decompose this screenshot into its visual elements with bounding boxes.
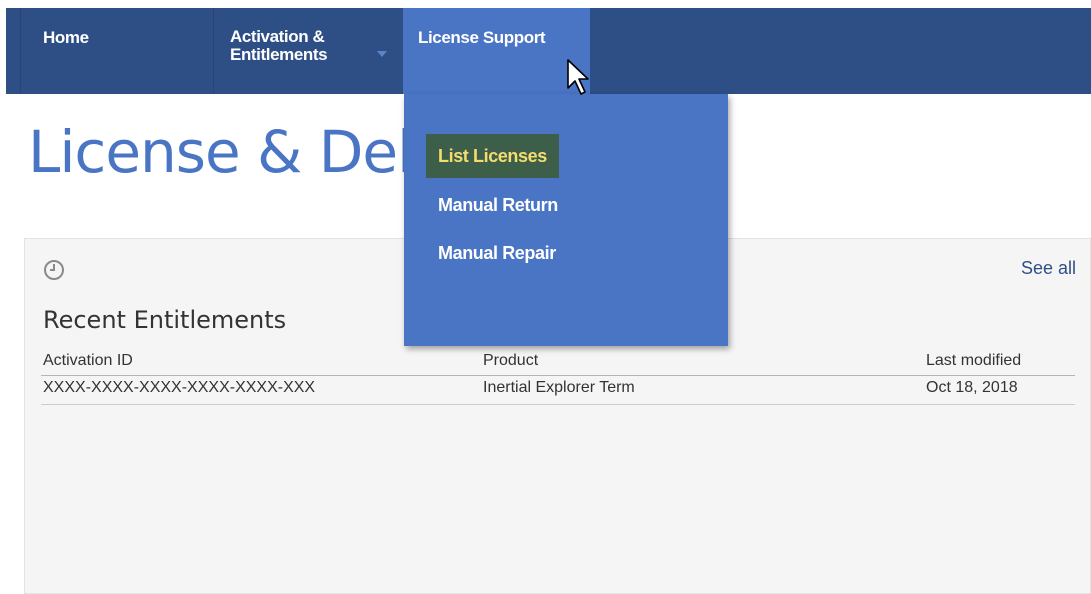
see-all-link[interactable]: See all [1021, 258, 1076, 279]
menu-item-list-licenses[interactable]: List Licenses [426, 134, 559, 178]
table-row[interactable]: XXXX-XXXX-XXXX-XXXX-XXXX-XXX Inertial Ex… [41, 376, 1075, 405]
column-header-product[interactable]: Product [483, 352, 538, 370]
nav-activation-entitlements[interactable]: Activation & Entitlements [213, 8, 403, 94]
activation-id-cell: XXXX-XXXX-XXXX-XXXX-XXXX-XXX [43, 379, 316, 396]
menu-item-manual-repair[interactable]: Manual Repair [426, 231, 568, 275]
last-modified-cell: Oct 18, 2018 [926, 379, 1018, 396]
nav-activation-label: Activation & Entitlements [230, 27, 328, 64]
product-cell: Inertial Explorer Term [483, 379, 635, 396]
nav-license-support[interactable]: License Support [403, 8, 590, 94]
entitlements-table: Activation ID Product Last modified XXXX… [41, 349, 1075, 405]
column-header-activation-id[interactable]: Activation ID [43, 352, 133, 370]
license-support-dropdown-menu: List Licenses Manual Return Manual Repai… [404, 94, 728, 346]
clock-icon [43, 259, 65, 286]
table-header-row: Activation ID Product Last modified [41, 349, 1075, 376]
mouse-pointer-icon [566, 58, 590, 105]
nav-license-label: License Support [418, 28, 546, 47]
page-title: License & Del [28, 118, 413, 186]
top-navigation-bar: Home Activation & Entitlements License S… [6, 8, 1091, 94]
chevron-down-icon [377, 51, 387, 57]
nav-home-label: Home [43, 28, 89, 47]
nav-home[interactable]: Home [20, 8, 213, 94]
menu-item-manual-return[interactable]: Manual Return [426, 183, 570, 227]
panel-title: Recent Entitlements [43, 306, 287, 334]
column-header-last-modified[interactable]: Last modified [926, 352, 1021, 370]
